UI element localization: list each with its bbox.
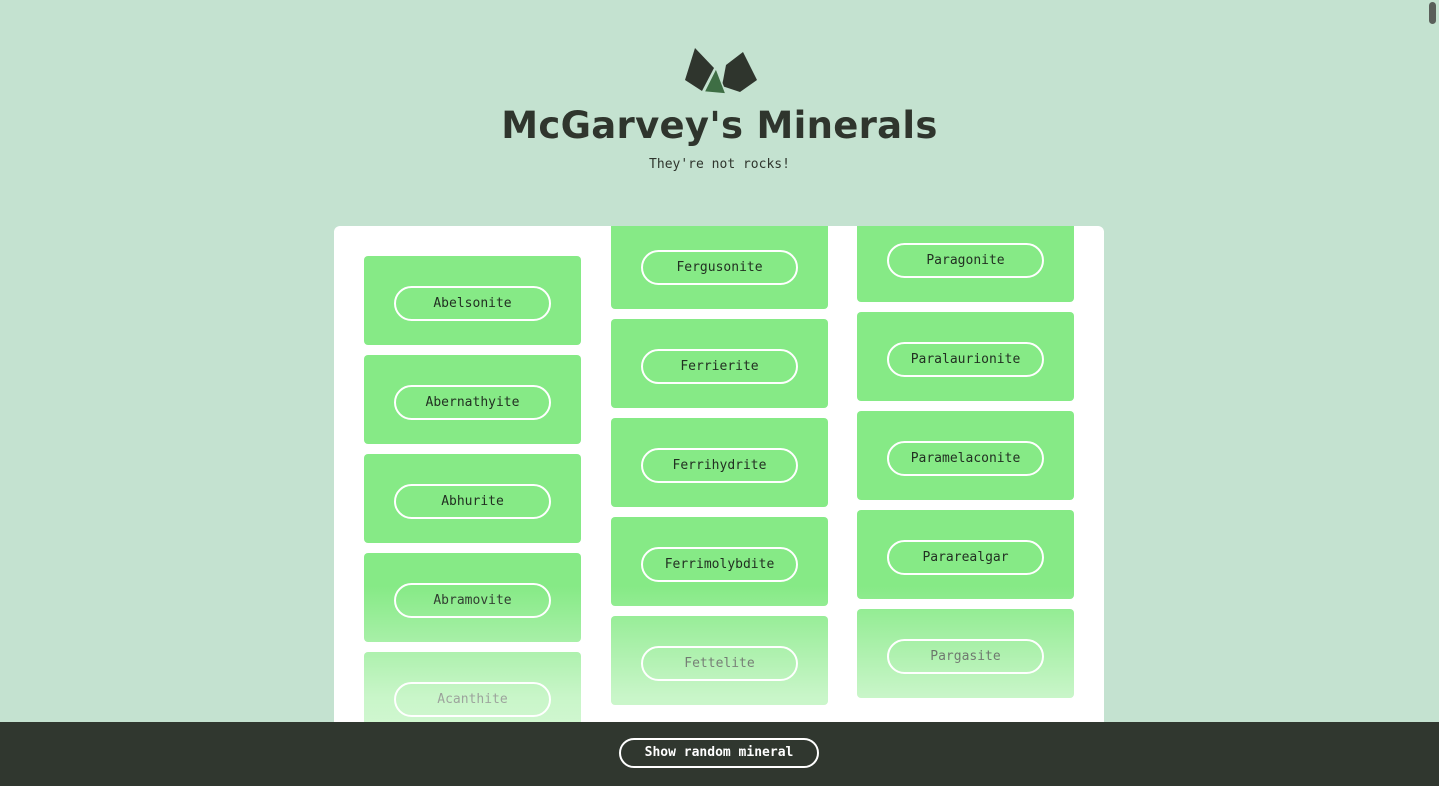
mineral-button[interactable]: Acanthite	[394, 682, 551, 717]
mineral-button[interactable]: Fergusonite	[641, 250, 798, 285]
minerals-panel: Abelsonite Abernathyite Abhurite Abramov…	[334, 226, 1104, 786]
tagline: They're not rocks!	[649, 157, 790, 172]
page-scrollbar[interactable]	[1429, 2, 1436, 24]
mineral-card: Ferrimolybdite	[611, 517, 828, 606]
mineral-card: Paragonite	[857, 226, 1074, 302]
mineral-button[interactable]: Ferrihydrite	[641, 448, 798, 483]
mineral-button[interactable]: Abhurite	[394, 484, 551, 519]
mineral-button[interactable]: Ferrierite	[641, 349, 798, 384]
show-random-mineral-button[interactable]: Show random mineral	[619, 738, 819, 768]
mineral-card: Abelsonite	[364, 256, 581, 345]
page-title: McGarvey's Minerals	[501, 104, 938, 147]
crystals-logo-icon	[684, 48, 757, 95]
mineral-card: Paralaurionite	[857, 312, 1074, 401]
mineral-card: Ferrihydrite	[611, 418, 828, 507]
mineral-button[interactable]: Abernathyite	[394, 385, 551, 420]
mineral-card: Pararealgar	[857, 510, 1074, 599]
mineral-button[interactable]: Paramelaconite	[887, 441, 1044, 476]
mineral-card: Abramovite	[364, 553, 581, 642]
mineral-button[interactable]: Pararealgar	[887, 540, 1044, 575]
mineral-button[interactable]: Paralaurionite	[887, 342, 1044, 377]
mineral-button[interactable]: Paragonite	[887, 243, 1044, 278]
header: McGarvey's Minerals They're not rocks!	[0, 44, 1439, 174]
mineral-card: Fettelite	[611, 616, 828, 705]
mineral-card: Abernathyite	[364, 355, 581, 444]
mineral-card: Ferrierite	[611, 319, 828, 408]
mineral-card: Fergusonite	[611, 226, 828, 309]
mineral-button[interactable]: Pargasite	[887, 639, 1044, 674]
mineral-button[interactable]: Abramovite	[394, 583, 551, 618]
mineral-card: Paramelaconite	[857, 411, 1074, 500]
mineral-button[interactable]: Abelsonite	[394, 286, 551, 321]
footer-bar: Show random mineral	[0, 722, 1439, 786]
mineral-button[interactable]: Ferrimolybdite	[641, 547, 798, 582]
page: McGarvey's Minerals They're not rocks! A…	[0, 0, 1439, 786]
mineral-card: Abhurite	[364, 454, 581, 543]
mineral-card: Pargasite	[857, 609, 1074, 698]
mineral-button[interactable]: Fettelite	[641, 646, 798, 681]
